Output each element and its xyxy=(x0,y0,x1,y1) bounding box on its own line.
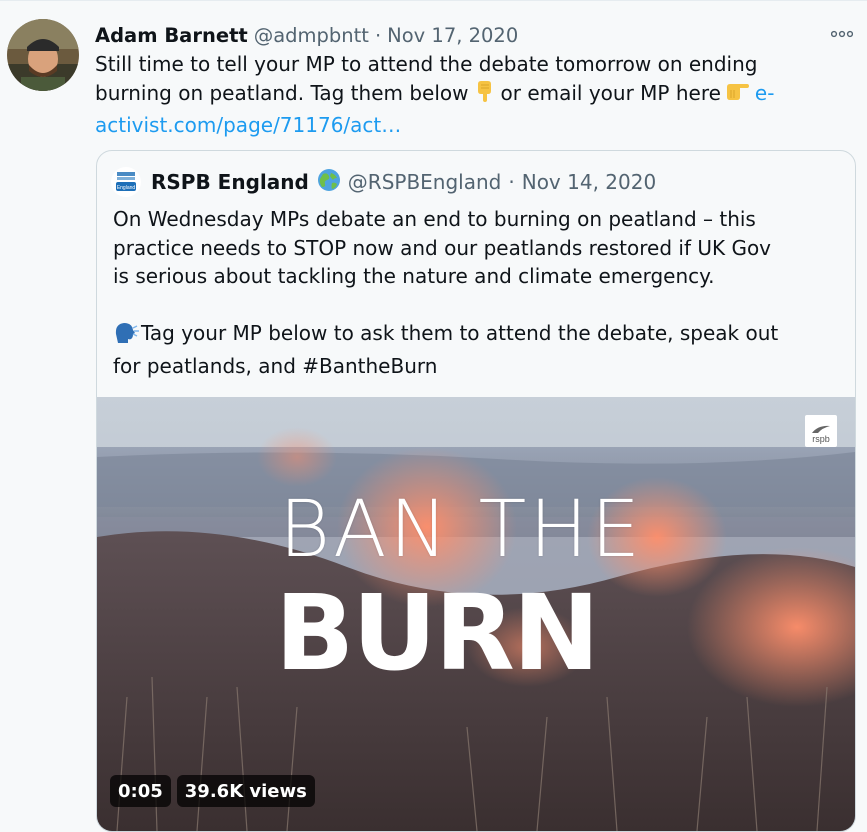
video-overlay-title-bottom: BURN xyxy=(275,572,600,694)
rspb-logo: rspb xyxy=(805,415,837,447)
video-player[interactable]: BAN THE BURN rspb 0:05 39.6K views xyxy=(97,397,855,831)
tweet-text-segment: or email your MP here xyxy=(500,81,721,105)
quoted-text-segment: Tag your MP below to ask them to attend … xyxy=(141,321,779,345)
quoted-tweet-date: Nov 14, 2020 xyxy=(521,170,657,194)
speaking-head-emoji-icon xyxy=(113,320,139,352)
ellipsis-icon[interactable] xyxy=(828,24,856,44)
quoted-tweet-text: On Wednesday MPs debate an end to burnin… xyxy=(113,205,843,380)
quoted-avatar-label: England xyxy=(117,185,136,191)
video-duration: 0:05 xyxy=(110,775,171,807)
author-avatar[interactable] xyxy=(7,19,79,91)
quoted-header-separator: · xyxy=(508,170,515,194)
tweet-text-line: Still time to tell your MP to attend the… xyxy=(95,52,758,76)
tweet-text: Still time to tell your MP to attend the… xyxy=(95,50,855,140)
header-separator: · xyxy=(374,23,382,47)
pointing-down-emoji-icon xyxy=(473,79,497,111)
quoted-text-line: practice needs to STOP now and our peatl… xyxy=(113,235,772,260)
quoted-text-line: is serious about tackling the nature and… xyxy=(113,264,715,288)
quoted-author-name: RSPB England xyxy=(151,170,309,194)
globe-emoji-icon xyxy=(317,168,341,197)
rspb-watermark-text: rspb xyxy=(812,434,830,444)
tweet-text-segment: burning on peatland. Tag them below xyxy=(95,81,469,105)
video-overlay-title-top: BAN THE xyxy=(279,485,644,575)
tweet-text-line: burning on peatland. Tag them below or em… xyxy=(95,79,855,111)
author-handle[interactable]: @admpbntt xyxy=(254,24,369,47)
tweet-header: Adam Barnett @admpbntt · Nov 17, 2020 xyxy=(95,22,518,48)
quoted-text-line: On Wednesday MPs debate an end to burnin… xyxy=(113,207,756,231)
tweet-link[interactable]: e- xyxy=(755,81,775,105)
author-name[interactable]: Adam Barnett xyxy=(95,24,248,47)
tweet-link[interactable]: activist.com/page/71176/act… xyxy=(95,111,855,140)
quoted-tweet-card[interactable]: England RSPB England @RSPBEngland · Nov … xyxy=(96,150,856,832)
quoted-author-handle: @RSPBEngland xyxy=(347,170,502,194)
top-divider xyxy=(0,0,867,1)
video-view-count: 39.6K views xyxy=(176,775,315,807)
quoted-text-line: for peatlands, and #BantheBurn xyxy=(113,353,438,378)
quoted-text-line: Tag your MP below to ask them to attend … xyxy=(113,319,843,352)
pointing-right-emoji-icon xyxy=(725,81,751,111)
video-stats-overlay: 0:05 39.6K views xyxy=(110,774,315,808)
quoted-tweet-header: England RSPB England @RSPBEngland · Nov … xyxy=(111,167,656,197)
tweet-date[interactable]: Nov 17, 2020 xyxy=(387,24,518,47)
quoted-author-avatar[interactable]: England xyxy=(111,167,141,197)
